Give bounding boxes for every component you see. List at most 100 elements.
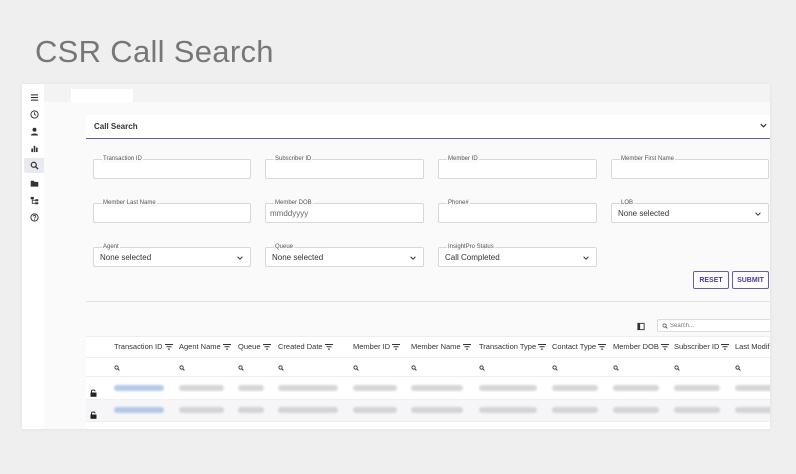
- search-icon: [278, 365, 284, 371]
- sort-icon[interactable]: [660, 343, 669, 350]
- column-filter[interactable]: [552, 362, 608, 374]
- sort-icon[interactable]: [324, 343, 333, 350]
- member-dob-placeholder: mmddyyyy: [270, 209, 309, 218]
- chevron-down-icon[interactable]: [759, 121, 768, 130]
- sort-icon[interactable]: [721, 343, 730, 350]
- column-header[interactable]: Agent Name: [179, 342, 231, 351]
- transaction-id-link[interactable]: [114, 407, 164, 413]
- table-cell: [278, 385, 338, 391]
- column-header[interactable]: Last Modifie: [735, 342, 770, 351]
- bar-chart-icon[interactable]: [25, 141, 43, 156]
- clock-icon[interactable]: [25, 107, 43, 122]
- sort-icon[interactable]: [462, 343, 471, 350]
- reset-button[interactable]: RESET: [693, 271, 729, 289]
- column-filter[interactable]: [179, 362, 234, 374]
- column-filter[interactable]: [278, 362, 348, 374]
- column-filter[interactable]: [479, 362, 547, 374]
- member-last-name-field[interactable]: Member Last Name: [93, 200, 251, 223]
- column-header[interactable]: Transaction ID: [114, 342, 173, 351]
- user-icon[interactable]: [25, 124, 43, 139]
- column-header-label: Transaction Type: [479, 342, 537, 351]
- folder-icon[interactable]: [25, 176, 43, 191]
- column-filter[interactable]: [238, 362, 274, 374]
- lock-icon[interactable]: [90, 406, 97, 419]
- column-filter[interactable]: [735, 362, 770, 374]
- insightpro-status-value: Call Completed: [445, 253, 500, 262]
- member-dob-field[interactable]: Member DOB mmddyyyy: [265, 200, 424, 223]
- column-header[interactable]: Member ID: [353, 342, 401, 351]
- help-icon[interactable]: [25, 210, 43, 225]
- phone-field[interactable]: Phone#: [438, 200, 597, 223]
- table-cell: [411, 407, 463, 413]
- member-first-name-field[interactable]: Member First Name: [611, 156, 769, 179]
- agent-label: Agent: [102, 244, 120, 251]
- column-filter[interactable]: [613, 362, 669, 374]
- chevron-down-icon: [755, 212, 761, 216]
- sort-icon[interactable]: [262, 343, 271, 350]
- column-header[interactable]: Transaction Type: [479, 342, 547, 351]
- column-header[interactable]: Created Date: [278, 342, 333, 351]
- queue-select[interactable]: Queue None selected: [265, 244, 424, 267]
- column-header[interactable]: Subscriber ID: [674, 342, 730, 351]
- table-cell: [613, 385, 659, 391]
- column-filter[interactable]: [353, 362, 407, 374]
- column-header[interactable]: Contact Type: [552, 342, 607, 351]
- grid-filter-row: [86, 357, 770, 377]
- member-id-field[interactable]: Member ID: [438, 156, 597, 179]
- sort-icon[interactable]: [538, 343, 547, 350]
- call-search-panel-header[interactable]: Call Search: [86, 115, 770, 139]
- divider: [86, 301, 770, 302]
- column-header[interactable]: Member Name: [411, 342, 471, 351]
- table-cell: [278, 407, 338, 413]
- sort-icon[interactable]: [222, 343, 231, 350]
- column-header[interactable]: Member DOB: [613, 342, 669, 351]
- search-icon: [552, 365, 558, 371]
- search-icon: [662, 323, 668, 329]
- column-header-label: Member DOB: [613, 342, 659, 351]
- search-icon: [674, 365, 680, 371]
- member-first-name-label: Member First Name: [620, 156, 676, 163]
- member-last-name-label: Member Last Name: [102, 200, 157, 207]
- submit-button[interactable]: SUBMIT: [732, 271, 769, 289]
- lob-label: LOB: [620, 200, 635, 207]
- table-row[interactable]: [86, 378, 770, 400]
- transaction-id-field[interactable]: Transaction ID: [93, 156, 251, 179]
- table-cell: [353, 385, 397, 391]
- queue-label: Queue: [274, 244, 295, 251]
- column-filter[interactable]: [674, 362, 730, 374]
- table-cell: [552, 407, 598, 413]
- column-filter[interactable]: [114, 362, 174, 374]
- sort-icon[interactable]: [598, 343, 607, 350]
- search-icon: [114, 365, 120, 371]
- transaction-id-link[interactable]: [114, 385, 164, 391]
- search-icon: [613, 365, 619, 371]
- lob-value: None selected: [618, 209, 670, 218]
- column-filter[interactable]: [411, 362, 473, 374]
- agent-select[interactable]: Agent None selected: [93, 244, 251, 267]
- grid-search-field[interactable]: [670, 321, 770, 331]
- column-header-label: Member Name: [411, 342, 461, 351]
- table-cell: [411, 385, 463, 391]
- tab-active[interactable]: [71, 89, 133, 102]
- column-header[interactable]: Queue: [238, 342, 271, 351]
- column-toggle-icon[interactable]: [636, 322, 646, 331]
- column-header-label: Member ID: [353, 342, 391, 351]
- sort-icon[interactable]: [164, 343, 173, 350]
- lob-select[interactable]: LOB None selected: [611, 200, 769, 223]
- lock-icon[interactable]: [90, 384, 97, 397]
- table-row[interactable]: [86, 400, 770, 422]
- panel-title: Call Search: [94, 122, 138, 131]
- table-cell: [674, 407, 720, 413]
- grid-header-row: Transaction ID Agent Name Queue Created Dat…: [86, 336, 770, 356]
- grid-search-input[interactable]: [657, 319, 770, 332]
- menu-icon[interactable]: [25, 90, 43, 105]
- table-cell: [613, 407, 659, 413]
- sort-icon[interactable]: [392, 343, 401, 350]
- hierarchy-icon[interactable]: [25, 193, 43, 208]
- insightpro-status-select[interactable]: InsightPro Status Call Completed: [438, 244, 597, 267]
- app-window: Call Search Transaction ID Subscriber ID…: [22, 84, 770, 429]
- chevron-down-icon: [583, 256, 589, 260]
- subscriber-id-field[interactable]: Subscriber ID: [265, 156, 424, 179]
- table-cell: [552, 385, 598, 391]
- search-icon[interactable]: [24, 158, 45, 173]
